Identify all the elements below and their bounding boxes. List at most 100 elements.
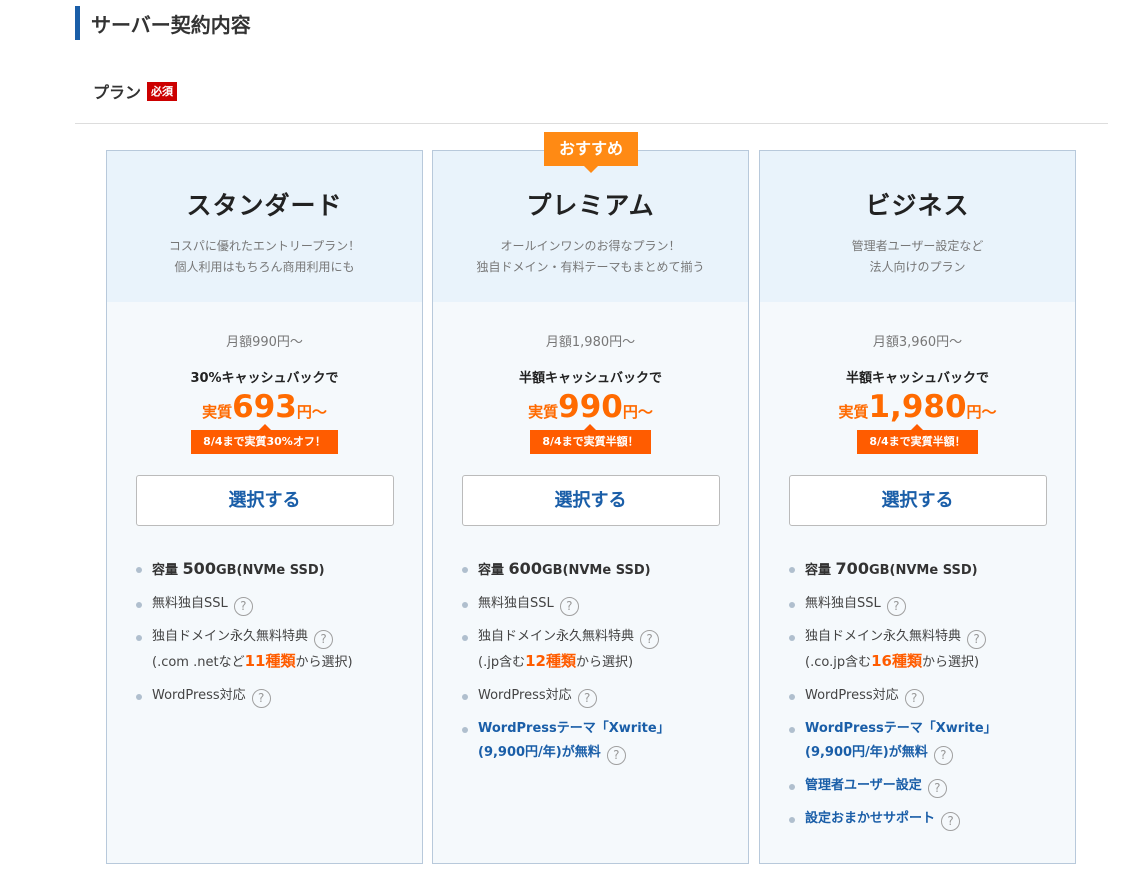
help-icon[interactable]: ?	[933, 746, 953, 765]
base-price: 月額990円～	[226, 335, 303, 350]
help-icon[interactable]: ?	[233, 597, 253, 616]
base-price: 月額3,960円～	[872, 335, 963, 350]
select-business-button[interactable]: 選択する	[788, 475, 1047, 526]
plan-description: 管理者ユーザー設定など 法人向けのプラン	[760, 236, 1075, 278]
feature-wordpress: WordPress対応?	[461, 684, 738, 708]
domain-count: 16種類	[871, 652, 922, 670]
effective-price-suffix: 円～	[966, 403, 997, 421]
help-icon[interactable]: ?	[640, 630, 660, 649]
price-block: 月額1,980円～ 半額キャッシュバックで 実質 990 円～ 8/4まで実質半…	[433, 331, 748, 454]
capacity-label: 容量	[805, 563, 832, 578]
plan-field-label: プラン	[93, 83, 142, 102]
domain-detail-post: から選択)	[295, 655, 353, 670]
capacity-unit: GB(NVMe SSD)	[868, 563, 978, 578]
help-icon[interactable]: ?	[251, 689, 271, 708]
plan-name: ビジネス	[865, 191, 970, 220]
promo-badge: 8/4まで実質半額！	[857, 424, 978, 454]
plan-field-label-row: プラン 必須	[93, 79, 178, 103]
promo-wrap: 8/4まで実質30%オフ！	[107, 424, 422, 454]
promo-wrap: 8/4まで実質半額！	[760, 424, 1075, 454]
feature-capacity: 容量 500GB(NVMe SSD)	[135, 557, 412, 583]
plan-card-header: スタンダード コスパに優れたエントリープラン！ 個人利用はもちろん商用利用にも	[107, 151, 422, 302]
domain-detail-pre: (.com .netなど	[152, 655, 245, 670]
effective-price-prefix: 実質	[838, 403, 869, 421]
help-icon[interactable]: ?	[941, 812, 961, 831]
capacity-label: 容量	[478, 563, 505, 578]
effective-price-value: 990	[558, 389, 623, 425]
plan-desc-line: 独自ドメイン・有料テーマもまとめて揃う	[476, 260, 705, 274]
feature-list: 容量 600GB(NVMe SSD) 無料独自SSL? 独自ドメイン永久無料特典…	[433, 557, 748, 765]
help-icon[interactable]: ?	[314, 630, 334, 649]
capacity-value: 600	[508, 559, 542, 578]
cashback-text: 半額キャッシュバックで	[845, 371, 989, 386]
feature-ssl-label: 無料独自SSL	[805, 596, 881, 611]
feature-domain-label: 独自ドメイン永久無料特典	[152, 629, 309, 644]
price-block: 月額3,960円～ 半額キャッシュバックで 実質 1,980 円～ 8/4まで実…	[760, 331, 1075, 454]
required-badge: 必須	[147, 81, 178, 101]
effective-price: 実質 1,980 円～	[760, 388, 1075, 426]
capacity-value: 700	[835, 559, 869, 578]
feature-theme: WordPressテーマ「Xwrite」 (9,900円/年)が無料?	[788, 717, 1065, 765]
plan-card-header: プレミアム オールインワンのお得なプラン！ 独自ドメイン・有料テーマもまとめて揃…	[433, 151, 748, 302]
theme-line-2: (9,900円/年)が無料	[478, 745, 601, 760]
effective-price-prefix: 実質	[528, 403, 559, 421]
price-block: 月額990円～ 30%キャッシュバックで 実質 693 円～ 8/4まで実質30…	[107, 331, 422, 454]
feature-capacity: 容量 700GB(NVMe SSD)	[788, 557, 1065, 583]
divider	[75, 123, 1108, 124]
feature-domain: 独自ドメイン永久無料特典? (.com .netなど11種類から選択)	[135, 625, 412, 675]
effective-price: 実質 693 円～	[107, 388, 422, 426]
theme-line-2: (9,900円/年)が無料	[805, 745, 928, 760]
effective-price-value: 693	[232, 389, 297, 425]
plan-card-business[interactable]: ビジネス 管理者ユーザー設定など 法人向けのプラン 月額3,960円～ 半額キャ…	[759, 150, 1076, 864]
capacity-unit: GB(NVMe SSD)	[215, 563, 325, 578]
help-icon[interactable]: ?	[886, 597, 906, 616]
domain-count: 12種類	[525, 652, 576, 670]
feature-capacity: 容量 600GB(NVMe SSD)	[461, 557, 738, 583]
help-icon[interactable]: ?	[577, 689, 597, 708]
help-icon[interactable]: ?	[904, 689, 924, 708]
feature-ssl-label: 無料独自SSL	[478, 596, 554, 611]
plan-name: プレミアム	[526, 191, 655, 220]
domain-detail-pre: (.co.jp含む	[805, 655, 872, 670]
section-title: サーバー契約内容	[91, 12, 251, 37]
feature-setup-label: 設定おまかせサポート	[805, 811, 936, 826]
capacity-label: 容量	[152, 563, 179, 578]
feature-domain: 独自ドメイン永久無料特典? (.jp含む12種類から選択)	[461, 625, 738, 675]
feature-list: 容量 500GB(NVMe SSD) 無料独自SSL? 独自ドメイン永久無料特典…	[107, 557, 422, 708]
theme-line-1: WordPressテーマ「Xwrite」	[478, 721, 670, 736]
plan-desc-line: 個人利用はもちろん商用利用にも	[174, 260, 355, 274]
cashback-text: 30%キャッシュバックで	[190, 371, 339, 386]
feature-domain: 独自ドメイン永久無料特典? (.co.jp含む16種類から選択)	[788, 625, 1065, 675]
feature-ssl: 無料独自SSL?	[788, 592, 1065, 616]
select-standard-button[interactable]: 選択する	[135, 475, 394, 526]
feature-ssl: 無料独自SSL?	[135, 592, 412, 616]
capacity-unit: GB(NVMe SSD)	[541, 563, 651, 578]
plan-card-header: ビジネス 管理者ユーザー設定など 法人向けのプラン	[760, 151, 1075, 302]
plan-desc-line: オールインワンのお得なプラン！	[500, 239, 681, 253]
feature-admin: 管理者ユーザー設定?	[788, 774, 1065, 798]
feature-domain-label: 独自ドメイン永久無料特典	[478, 629, 635, 644]
plan-description: コスパに優れたエントリープラン！ 個人利用はもちろん商用利用にも	[107, 236, 422, 278]
feature-ssl: 無料独自SSL?	[461, 592, 738, 616]
effective-price-value: 1,980	[868, 389, 967, 425]
select-premium-button[interactable]: 選択する	[461, 475, 720, 526]
feature-admin-label: 管理者ユーザー設定	[805, 778, 922, 793]
domain-detail-post: から選択)	[575, 655, 634, 670]
help-icon[interactable]: ?	[606, 746, 626, 765]
effective-price-suffix: 円～	[622, 403, 653, 421]
domain-detail-post: から選択)	[921, 655, 980, 670]
cashback-text: 半額キャッシュバックで	[518, 371, 662, 386]
feature-wordpress-label: WordPress対応	[805, 688, 899, 703]
plan-desc-line: 管理者ユーザー設定など	[851, 239, 984, 253]
domain-count: 11種類	[244, 652, 296, 670]
plan-card-premium[interactable]: プレミアム オールインワンのお得なプラン！ 独自ドメイン・有料テーマもまとめて揃…	[432, 150, 749, 864]
help-icon[interactable]: ?	[559, 597, 579, 616]
effective-price-suffix: 円～	[296, 403, 327, 421]
section-heading: サーバー契約内容	[75, 6, 251, 40]
plan-card-standard[interactable]: スタンダード コスパに優れたエントリープラン！ 個人利用はもちろん商用利用にも …	[106, 150, 423, 864]
feature-wordpress-label: WordPress対応	[478, 688, 572, 703]
help-icon[interactable]: ?	[967, 630, 987, 649]
effective-price: 実質 990 円～	[433, 388, 748, 426]
heading-accent-bar	[75, 6, 80, 40]
help-icon[interactable]: ?	[927, 779, 947, 798]
